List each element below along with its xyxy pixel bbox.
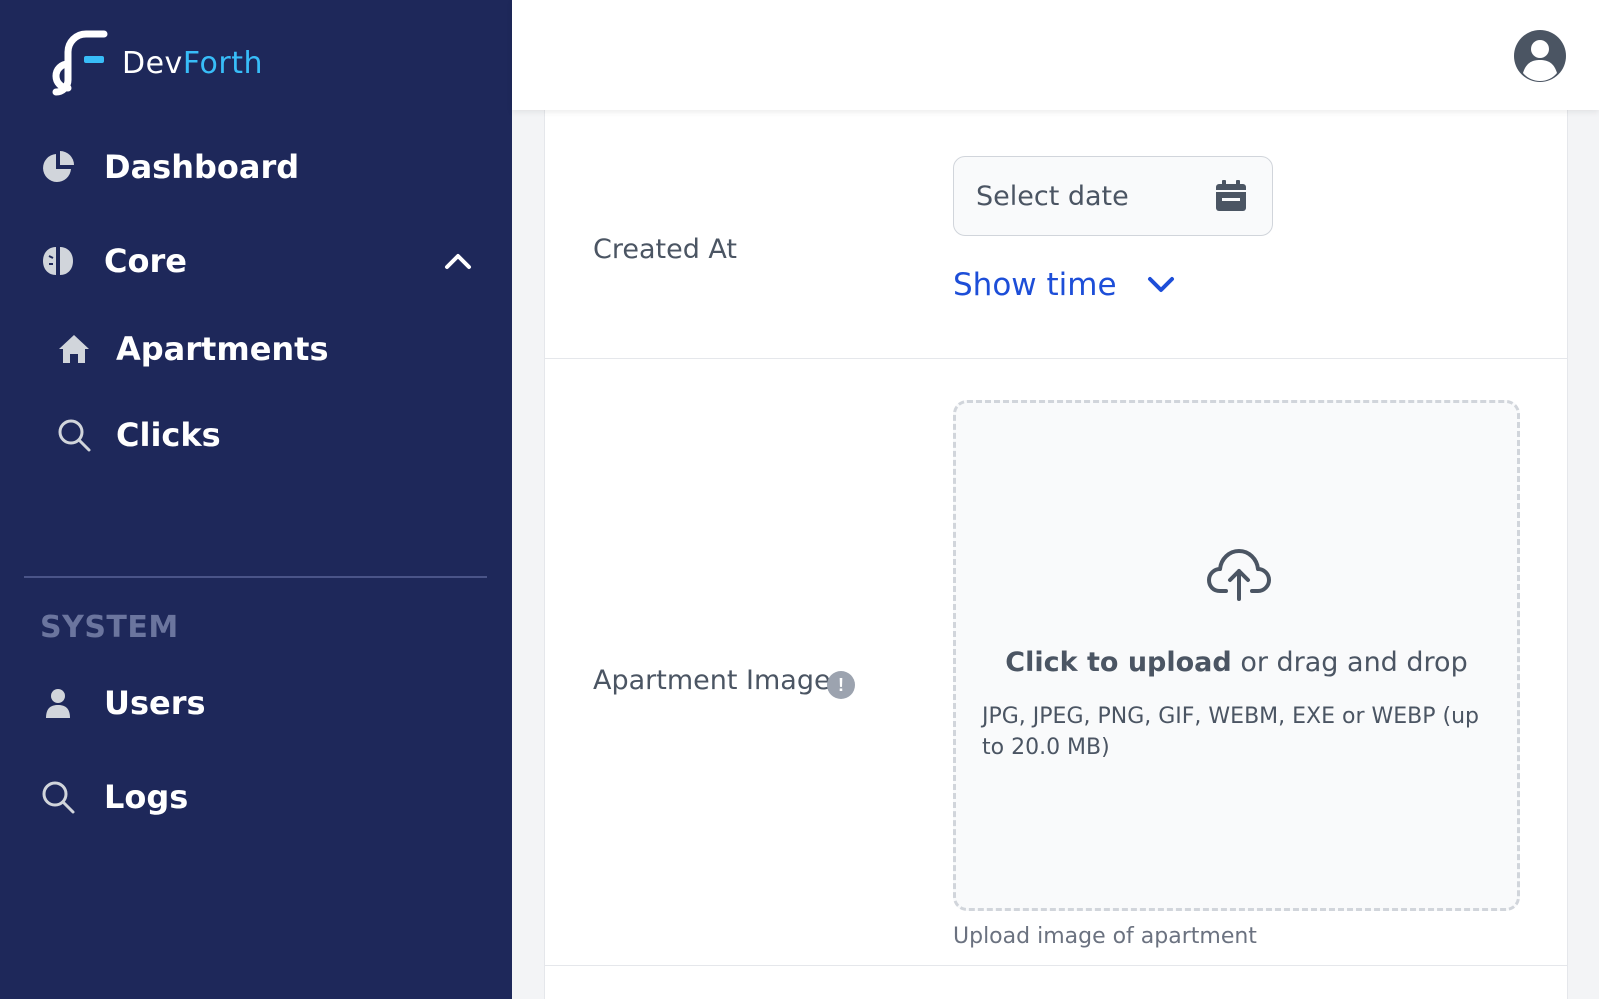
form-card: Created At Select date Show time Apartme… — [544, 110, 1568, 999]
sidebar-item-apartments[interactable]: Apartments — [56, 330, 329, 368]
sidebar-item-label: Logs — [104, 778, 189, 816]
search-icon — [40, 779, 76, 815]
pie-chart-icon — [40, 149, 76, 185]
upload-formats: JPG, JPEG, PNG, GIF, WEBM, EXE or WEBP (… — [982, 704, 1479, 760]
upload-instruction: Click to upload or drag and drop — [1005, 647, 1468, 678]
sidebar-item-label: Apartments — [116, 330, 329, 368]
top-bar — [512, 0, 1599, 110]
file-dropzone[interactable]: Click to upload or drag and drop JPG, JP… — [953, 400, 1520, 911]
cloud-upload-icon — [1207, 549, 1271, 601]
row-divider — [545, 965, 1567, 966]
section-label-system: SYSTEM — [40, 610, 179, 645]
sidebar-item-label: Clicks — [116, 416, 221, 454]
sidebar-item-logs[interactable]: Logs — [40, 778, 188, 816]
sidebar-item-core[interactable]: Core — [40, 242, 187, 280]
sidebar-divider — [24, 576, 487, 578]
sidebar-item-dashboard[interactable]: Dashboard — [40, 148, 299, 186]
calendar-icon[interactable] — [1214, 179, 1248, 213]
home-icon — [56, 331, 92, 367]
row-divider — [545, 358, 1567, 359]
created-at-label: Created At — [593, 234, 738, 265]
devforth-logo-icon — [52, 30, 108, 96]
devforth-logo[interactable]: DevForth — [38, 30, 263, 96]
show-time-label: Show time — [953, 267, 1117, 303]
sidebar-item-clicks[interactable]: Clicks — [56, 416, 221, 454]
brain-icon — [40, 243, 76, 279]
apartment-image-label: Apartment Image — [593, 665, 831, 696]
date-picker-input[interactable]: Select date — [953, 156, 1273, 236]
upload-help-text: Upload image of apartment — [953, 924, 1257, 949]
chevron-up-icon[interactable] — [444, 252, 472, 270]
search-icon — [56, 417, 92, 453]
sidebar-item-users[interactable]: Users — [40, 684, 206, 722]
user-circle-icon[interactable] — [1513, 29, 1567, 83]
show-time-toggle[interactable]: Show time — [953, 267, 1175, 303]
date-placeholder: Select date — [976, 180, 1129, 212]
sidebar-item-label: Users — [104, 684, 206, 722]
user-icon — [40, 685, 76, 721]
info-icon[interactable]: ! — [827, 671, 855, 699]
brand-name: DevForth — [122, 45, 263, 81]
chevron-down-icon — [1147, 277, 1174, 292]
sidebar-item-label: Dashboard — [104, 148, 300, 186]
sidebar-item-label: Core — [104, 242, 187, 280]
click-to-upload-text[interactable]: Click to upload — [1005, 647, 1231, 678]
sidebar: DevForth Dashboard Core Apartments Click… — [0, 0, 512, 999]
